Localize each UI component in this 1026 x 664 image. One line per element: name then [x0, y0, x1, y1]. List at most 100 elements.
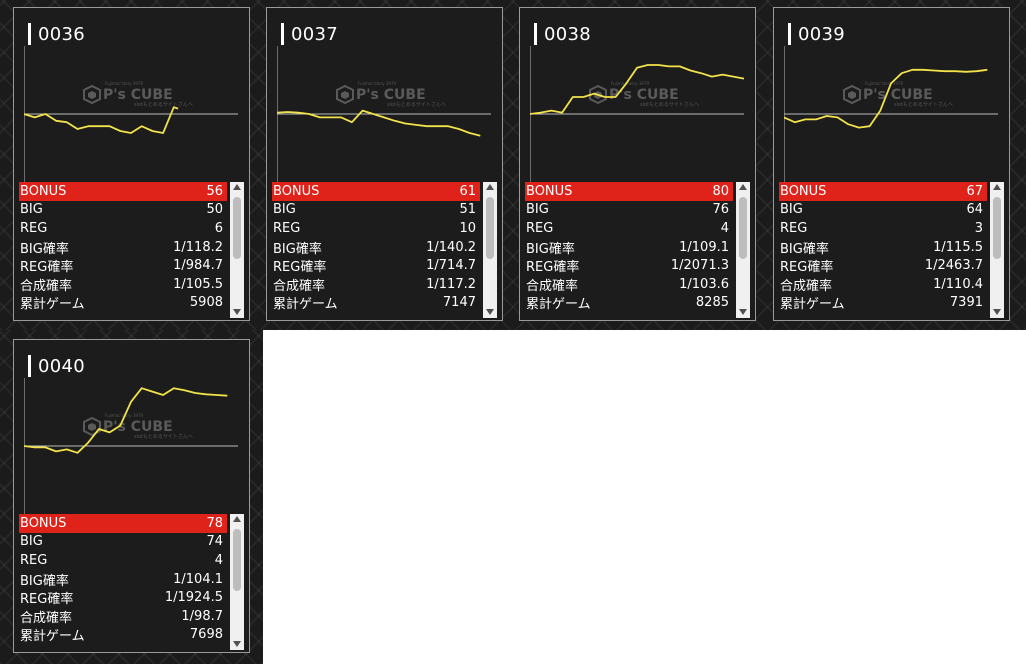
- slump-graph: Fujimac'story 3979 P's CUBE slotもとめるサイトさ…: [277, 46, 491, 182]
- slump-graph: Fujimac'story 3979 P's CUBE slotもとめるサイトさ…: [784, 46, 998, 182]
- stat-label: BIG確率: [780, 241, 829, 257]
- stat-value: 3: [974, 220, 983, 236]
- stat-label: 累計ゲーム: [20, 629, 85, 645]
- scroll-up-icon[interactable]: [993, 184, 1001, 190]
- stat-label: REG確率: [273, 260, 327, 276]
- stat-label: 合成確率: [20, 278, 73, 294]
- stat-label: REG確率: [20, 592, 74, 608]
- scroll-down-icon[interactable]: [233, 641, 241, 647]
- stat-label: 合成確率: [273, 278, 326, 294]
- scroll-down-icon[interactable]: [233, 309, 241, 315]
- watermark-tagline: Fujimac'story 3979: [865, 81, 904, 86]
- stat-label: BIG確率: [20, 241, 69, 257]
- machine-card[interactable]: 0038 Fujimac'story 3979 P's CUBE slotもとめ…: [519, 7, 756, 321]
- data-line: [784, 68, 988, 129]
- watermark-tagline: Fujimac'story 3979: [105, 81, 144, 86]
- stat-value: 1/110.4: [933, 276, 983, 292]
- scroll-up-icon[interactable]: [233, 516, 241, 522]
- machine-card[interactable]: 0036 Fujimac'story 3979 P's CUBE slotもとめ…: [13, 7, 250, 321]
- stat-value: 64: [966, 202, 983, 218]
- stat-value: 1/98.7: [181, 608, 223, 624]
- stat-value: 4: [720, 220, 729, 236]
- stat-row-reg-rate: REG確率 1/2071.3: [525, 256, 733, 275]
- stat-row-combined-rate: 合成確率 1/103.6: [525, 275, 733, 294]
- card-header: 0039: [788, 22, 845, 46]
- stat-row-big-rate: BIG確率 1/115.5: [779, 238, 987, 257]
- scrollbar[interactable]: [990, 182, 1004, 318]
- stat-value: 7698: [189, 627, 223, 643]
- stat-label: REG: [526, 220, 554, 236]
- stat-row-reg: REG 4: [19, 551, 227, 570]
- stat-label: BIG: [526, 202, 549, 218]
- stat-row-big: BIG 76: [525, 201, 733, 220]
- scrollbar[interactable]: [736, 182, 750, 318]
- stat-row-big: BIG 51: [272, 201, 480, 220]
- cube-logo-icon: [83, 416, 101, 437]
- stat-label: REG: [273, 220, 301, 236]
- stat-value: 1/714.7: [426, 258, 476, 274]
- stat-label: BONUS: [273, 183, 320, 199]
- watermark-subtitle: slotもとめるサイトさんへ: [640, 101, 699, 108]
- watermark-brand: P's CUBE: [103, 419, 173, 435]
- scroll-up-icon[interactable]: [233, 184, 241, 190]
- cube-logo-icon: [843, 84, 861, 105]
- scroll-thumb[interactable]: [233, 529, 241, 591]
- slump-graph: Fujimac'story 3979 P's CUBE slotもとめるサイトさ…: [24, 378, 238, 514]
- stats-panel[interactable]: BONUS 78 BIG 74 REG 4 BIG確率 1/104.1 REG確…: [19, 514, 244, 650]
- scroll-thumb[interactable]: [486, 197, 494, 259]
- stat-label: BONUS: [20, 183, 67, 199]
- machine-card[interactable]: 0040 Fujimac'story 3979 P's CUBE slotもとめ…: [13, 339, 250, 653]
- stats-panel[interactable]: BONUS 61 BIG 51 REG 10 BIG確率 1/140.2 REG…: [272, 182, 497, 318]
- scroll-up-icon[interactable]: [739, 184, 747, 190]
- watermark-brand: P's CUBE: [103, 87, 173, 103]
- stat-label: REG確率: [20, 260, 74, 276]
- scroll-thumb[interactable]: [233, 197, 241, 259]
- stat-label: BIG: [273, 202, 296, 218]
- stat-label: 累計ゲーム: [273, 297, 338, 313]
- stat-label: REG: [20, 220, 48, 236]
- scrollbar[interactable]: [230, 182, 244, 318]
- stat-row-reg: REG 4: [525, 219, 733, 238]
- stat-label: BIG確率: [20, 573, 69, 589]
- scrollbar[interactable]: [230, 514, 244, 650]
- stat-row-combined-rate: 合成確率 1/110.4: [779, 275, 987, 294]
- stat-label: REG確率: [526, 260, 580, 276]
- stat-row-reg-rate: REG確率 1/2463.7: [779, 256, 987, 275]
- scroll-down-icon[interactable]: [993, 309, 1001, 315]
- machine-card[interactable]: 0039 Fujimac'story 3979 P's CUBE slotもとめ…: [773, 7, 1010, 321]
- stats-panel[interactable]: BONUS 67 BIG 64 REG 3 BIG確率 1/115.5 REG確…: [779, 182, 1004, 318]
- stat-row-total-games: 累計ゲーム 8285: [525, 294, 733, 312]
- machine-number: 0036: [38, 23, 86, 45]
- stats-panel[interactable]: BONUS 56 BIG 50 REG 6 BIG確率 1/118.2 REG確…: [19, 182, 244, 318]
- stat-label: 合成確率: [526, 278, 579, 294]
- stat-label: BONUS: [526, 183, 573, 199]
- stat-row-big-rate: BIG確率 1/118.2: [19, 238, 227, 257]
- scroll-up-icon[interactable]: [486, 184, 494, 190]
- watermark-brand: P's CUBE: [863, 87, 933, 103]
- title-accent-bar: [281, 23, 284, 45]
- card-header: 0036: [28, 22, 85, 46]
- scrollbar[interactable]: [483, 182, 497, 318]
- scroll-thumb[interactable]: [739, 197, 747, 259]
- machine-card[interactable]: 0037 Fujimac'story 3979 P's CUBE slotもとめ…: [266, 7, 503, 321]
- scroll-thumb[interactable]: [993, 197, 1001, 259]
- stats-panel[interactable]: BONUS 80 BIG 76 REG 4 BIG確率 1/109.1 REG確…: [525, 182, 750, 318]
- stat-row-reg: REG 6: [19, 219, 227, 238]
- watermark: Fujimac'story 3979 P's CUBE slotもとめるサイトさ…: [843, 81, 953, 108]
- stat-row-bonus: BONUS 78: [19, 514, 227, 533]
- watermark-subtitle: slotもとめるサイトさんへ: [894, 101, 953, 108]
- card-header: 0037: [281, 22, 338, 46]
- scroll-down-icon[interactable]: [739, 309, 747, 315]
- stat-value: 1/117.2: [426, 276, 476, 292]
- scroll-down-icon[interactable]: [486, 309, 494, 315]
- stat-label: 合成確率: [20, 610, 73, 626]
- watermark: Fujimac'story 3979 P's CUBE slotもとめるサイトさ…: [589, 81, 699, 108]
- card-header: 0040: [28, 354, 85, 378]
- stat-row-bonus: BONUS 67: [779, 182, 987, 201]
- stat-value: 8285: [695, 295, 729, 311]
- stat-row-reg: REG 3: [779, 219, 987, 238]
- stat-value: 1/109.1: [679, 239, 729, 255]
- watermark-brand: P's CUBE: [609, 87, 679, 103]
- stat-value: 1/118.2: [173, 239, 223, 255]
- data-line: [24, 106, 179, 134]
